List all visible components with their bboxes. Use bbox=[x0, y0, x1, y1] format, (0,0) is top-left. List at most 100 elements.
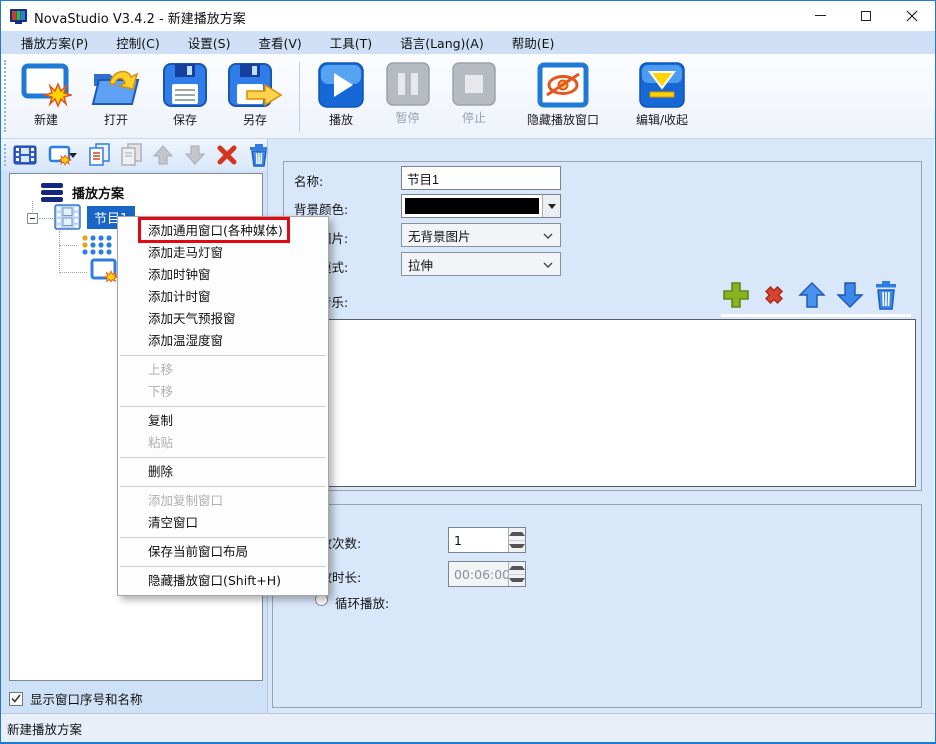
tree-expand-toggle[interactable] bbox=[27, 213, 38, 224]
toolbar-separator bbox=[299, 62, 300, 132]
stop-button: 停止 bbox=[441, 58, 507, 126]
bg-music-list[interactable] bbox=[290, 319, 916, 487]
spinner-buttons[interactable] bbox=[508, 528, 525, 552]
check-icon bbox=[11, 694, 21, 703]
tree-connector bbox=[59, 272, 87, 273]
menu-separator bbox=[120, 537, 326, 538]
save-as-icon bbox=[227, 62, 283, 108]
window-title: NovaStudio V3.4.2 - 新建播放方案 bbox=[34, 8, 246, 27]
tree-connector bbox=[59, 245, 77, 246]
move-up-button bbox=[151, 143, 175, 167]
menu-play-plan[interactable]: 播放方案(P) bbox=[7, 30, 102, 55]
tree-connector bbox=[39, 218, 53, 219]
minimize-button[interactable] bbox=[797, 1, 843, 30]
toolbar-grip[interactable] bbox=[4, 60, 7, 132]
play-duration-value: 00:06:00 bbox=[454, 567, 510, 582]
delete-icon bbox=[216, 144, 238, 166]
maximize-icon bbox=[861, 11, 871, 21]
tree-window-node-pixels[interactable] bbox=[80, 234, 116, 260]
spin-up-icon[interactable] bbox=[509, 528, 525, 540]
spinner-buttons bbox=[508, 562, 525, 586]
tree-window-node-general[interactable] bbox=[90, 258, 118, 286]
show-window-labels-option[interactable]: 显示窗口序号和名称 bbox=[9, 689, 143, 708]
bg-color-combo[interactable] bbox=[401, 194, 561, 218]
play-duration-spinner: 00:06:00 bbox=[448, 561, 526, 587]
add-window-button[interactable] bbox=[45, 143, 79, 167]
chevron-down-icon bbox=[543, 262, 553, 268]
tree-root-node[interactable]: 播放方案 bbox=[40, 182, 124, 203]
bg-image-combo[interactable]: 无背景图片 bbox=[401, 223, 561, 247]
menu-add-timer-window[interactable]: 添加计时窗 bbox=[118, 286, 328, 308]
status-text: 新建播放方案 bbox=[7, 719, 82, 738]
save-as-button[interactable]: 另存 bbox=[219, 58, 291, 128]
menu-add-humiture-window[interactable]: 添加温湿度窗 bbox=[118, 330, 328, 352]
menu-settings[interactable]: 设置(S) bbox=[174, 30, 245, 55]
remove-media-button[interactable] bbox=[759, 280, 789, 310]
menu-tools[interactable]: 工具(T) bbox=[316, 30, 386, 55]
menu-separator bbox=[120, 406, 326, 407]
dropdown-arrow-icon bbox=[548, 204, 556, 209]
play-times-spinner[interactable]: 1 bbox=[448, 527, 526, 553]
open-folder-icon bbox=[90, 62, 142, 108]
edit-toolbar bbox=[1, 139, 267, 171]
program-film-button[interactable] bbox=[13, 143, 37, 167]
menu-move-up: 上移 bbox=[118, 359, 328, 381]
app-window: NovaStudio V3.4.2 - 新建播放方案 播放方案(P) 控制(C)… bbox=[0, 0, 936, 744]
media-action-underline bbox=[721, 314, 911, 317]
menu-move-down: 下移 bbox=[118, 381, 328, 403]
menu-view[interactable]: 查看(V) bbox=[244, 30, 315, 55]
menu-clear-windows[interactable]: 清空窗口 bbox=[118, 512, 328, 534]
pause-button: 暂停 bbox=[374, 58, 441, 126]
menu-separator bbox=[120, 566, 326, 567]
window-star-icon bbox=[90, 258, 118, 282]
play-button[interactable]: 播放 bbox=[308, 58, 374, 128]
menu-hide-play-window[interactable]: 隐藏播放窗口(Shift+H) bbox=[118, 570, 328, 592]
play-times-value: 1 bbox=[454, 533, 462, 548]
menu-delete[interactable]: 删除 bbox=[118, 461, 328, 483]
title-bar: NovaStudio V3.4.2 - 新建播放方案 bbox=[1, 1, 935, 31]
save-icon bbox=[162, 62, 208, 108]
tree-connector bbox=[59, 231, 60, 273]
menu-language[interactable]: 语言(Lang)(A) bbox=[386, 30, 498, 55]
show-window-labels-checkbox[interactable] bbox=[9, 692, 23, 706]
bg-color-dropdown-button[interactable] bbox=[542, 195, 560, 217]
open-button[interactable]: 打开 bbox=[81, 58, 151, 128]
menu-separator bbox=[120, 486, 326, 487]
move-media-up-button[interactable] bbox=[797, 280, 827, 310]
edit-collapse-button[interactable]: 编辑/收起 bbox=[619, 58, 705, 128]
clear-media-button[interactable] bbox=[873, 280, 899, 310]
pause-icon bbox=[386, 62, 430, 106]
bg-color-swatch bbox=[405, 198, 539, 214]
move-up-icon bbox=[152, 144, 174, 166]
close-button[interactable] bbox=[889, 1, 935, 30]
add-media-button[interactable] bbox=[721, 280, 751, 310]
menu-add-copied-window: 添加复制窗口 bbox=[118, 490, 328, 512]
paste-button bbox=[119, 143, 143, 167]
save-button[interactable]: 保存 bbox=[151, 58, 219, 128]
show-window-labels-label: 显示窗口序号和名称 bbox=[30, 689, 143, 708]
edit-toolbar-grip[interactable] bbox=[4, 144, 7, 166]
move-media-down-button[interactable] bbox=[835, 280, 865, 310]
name-input[interactable] bbox=[401, 166, 561, 190]
stretch-mode-value: 拉伸 bbox=[408, 255, 433, 274]
menu-add-weather-window[interactable]: 添加天气预报窗 bbox=[118, 308, 328, 330]
maximize-button[interactable] bbox=[843, 1, 889, 30]
spin-down-icon[interactable] bbox=[509, 540, 525, 553]
move-down-button bbox=[183, 143, 207, 167]
program-film-icon bbox=[13, 144, 37, 166]
name-label: 名称: bbox=[294, 171, 323, 190]
copy-button[interactable] bbox=[87, 143, 111, 167]
annotation-highlight-box bbox=[138, 217, 290, 243]
menu-add-clock-window[interactable]: 添加时钟窗 bbox=[118, 264, 328, 286]
menu-copy[interactable]: 复制 bbox=[118, 410, 328, 432]
add-window-dropdown-icon[interactable] bbox=[69, 153, 77, 158]
hide-play-window-button[interactable]: 隐藏播放窗口 bbox=[507, 58, 619, 128]
new-button[interactable]: 新建 bbox=[11, 58, 81, 128]
menu-add-marquee-window[interactable]: 添加走马灯窗 bbox=[118, 242, 328, 264]
menu-save-window-layout[interactable]: 保存当前窗口布局 bbox=[118, 541, 328, 563]
delete-button[interactable] bbox=[215, 143, 239, 167]
menu-help[interactable]: 帮助(E) bbox=[498, 30, 569, 55]
menu-control[interactable]: 控制(C) bbox=[102, 30, 173, 55]
tree-context-menu: 添加通用窗口(各种媒体) 添加走马灯窗 添加时钟窗 添加计时窗 添加天气预报窗 … bbox=[117, 216, 329, 596]
stretch-mode-combo[interactable]: 拉伸 bbox=[401, 252, 561, 276]
